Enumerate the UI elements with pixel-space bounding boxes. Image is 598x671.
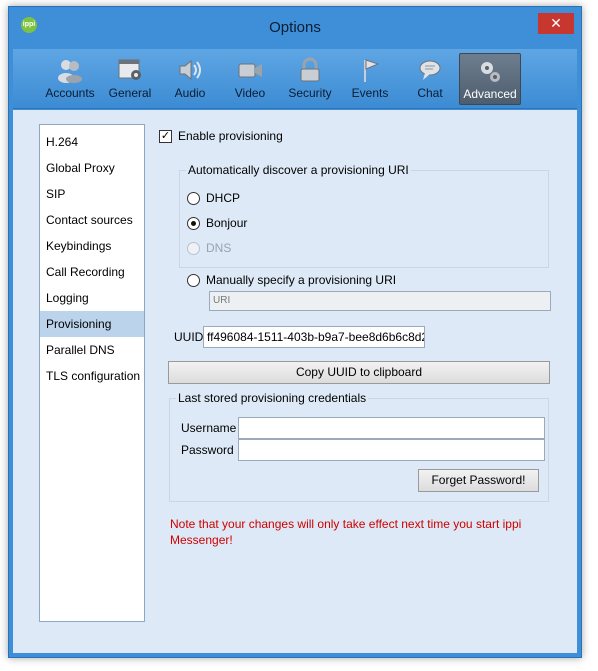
toolbar-audio[interactable]: Audio: [159, 53, 221, 105]
password-field[interactable]: [238, 439, 545, 461]
advanced-icon: [481, 62, 500, 82]
enable-provisioning-label: Enable provisioning: [178, 129, 283, 143]
sidebar-item-contact-sources[interactable]: Contact sources: [40, 207, 144, 233]
audio-icon: [179, 59, 201, 81]
sidebar-item-parallel-dns[interactable]: Parallel DNS: [40, 337, 144, 363]
sidebar-item-global-proxy[interactable]: Global Proxy: [40, 155, 144, 181]
sidebar-item-h264[interactable]: H.264: [40, 129, 144, 155]
toolbar-general[interactable]: General: [99, 53, 161, 105]
content-area: H.264 Global Proxy SIP Contact sources K…: [13, 110, 577, 653]
sidebar-item-call-recording[interactable]: Call Recording: [40, 259, 144, 285]
auto-discover-legend: Automatically discover a provisioning UR…: [186, 163, 411, 177]
uuid-label: UUID: [174, 330, 204, 344]
copy-uuid-button[interactable]: Copy UUID to clipboard: [168, 361, 550, 384]
forget-password-button[interactable]: Forget Password!: [418, 469, 539, 492]
username-field[interactable]: [238, 417, 545, 439]
credentials-legend: Last stored provisioning credentials: [176, 391, 369, 405]
close-button[interactable]: ✕: [538, 13, 574, 34]
sidebar-item-keybindings[interactable]: Keybindings: [40, 233, 144, 259]
uuid-field[interactable]: ff496084-1511-403b-b9a7-bee8d6b6c8d2: [203, 326, 425, 348]
toolbar-label: Chat: [417, 86, 443, 100]
toolbar-label: General: [108, 86, 152, 100]
toolbar-accounts[interactable]: Accounts: [39, 53, 101, 105]
events-icon: [364, 59, 380, 82]
toolbar-security[interactable]: Security: [279, 53, 341, 105]
manual-uri-label: Manually specify a provisioning URI: [206, 273, 397, 287]
toolbar-label: Video: [234, 86, 266, 100]
sidebar-item-tls-configuration[interactable]: TLS configuration: [40, 363, 144, 389]
bonjour-radio[interactable]: [187, 217, 200, 230]
sidebar-item-provisioning[interactable]: Provisioning: [40, 311, 144, 337]
enable-provisioning-checkbox[interactable]: ✓: [159, 130, 172, 143]
accounts-icon: [58, 60, 82, 83]
manual-uri-radio[interactable]: [187, 274, 200, 287]
toolbar-video[interactable]: Video: [219, 53, 281, 105]
dns-radio[interactable]: [187, 242, 200, 255]
window-title: Options: [269, 19, 321, 36]
title-bar: ippi Options ✕: [9, 7, 581, 49]
dhcp-radio[interactable]: [187, 192, 200, 205]
options-window: ippi Options ✕ Accounts General Audio Vi…: [8, 6, 582, 658]
general-icon: [118, 59, 141, 80]
bonjour-label: Bonjour: [206, 216, 248, 230]
dns-label: DNS: [206, 241, 232, 255]
toolbar-chat[interactable]: Chat: [399, 53, 461, 105]
restart-note: Note that your changes will only take ef…: [170, 517, 522, 547]
toolbar-label: Audio: [174, 86, 206, 100]
dhcp-label: DHCP: [206, 191, 241, 205]
toolbar-label: Accounts: [45, 86, 95, 100]
toolbar-advanced[interactable]: Advanced: [459, 53, 521, 105]
security-icon: [300, 57, 320, 82]
toolbar-events[interactable]: Events: [339, 53, 401, 105]
video-icon: [238, 63, 262, 78]
sidebar-item-sip[interactable]: SIP: [40, 181, 144, 207]
toolbar-label: Security: [288, 86, 332, 100]
category-toolbar: Accounts General Audio Video Security Ev…: [13, 49, 577, 109]
toolbar-label: Events: [351, 86, 389, 100]
sidebar-item-logging[interactable]: Logging: [40, 285, 144, 311]
username-label: Username: [181, 421, 237, 435]
settings-sidebar: H.264 Global Proxy SIP Contact sources K…: [39, 124, 145, 622]
password-label: Password: [181, 443, 234, 457]
toolbar-label: Advanced: [463, 87, 517, 101]
chat-icon: [419, 60, 441, 80]
uri-input[interactable]: URI: [209, 291, 551, 311]
